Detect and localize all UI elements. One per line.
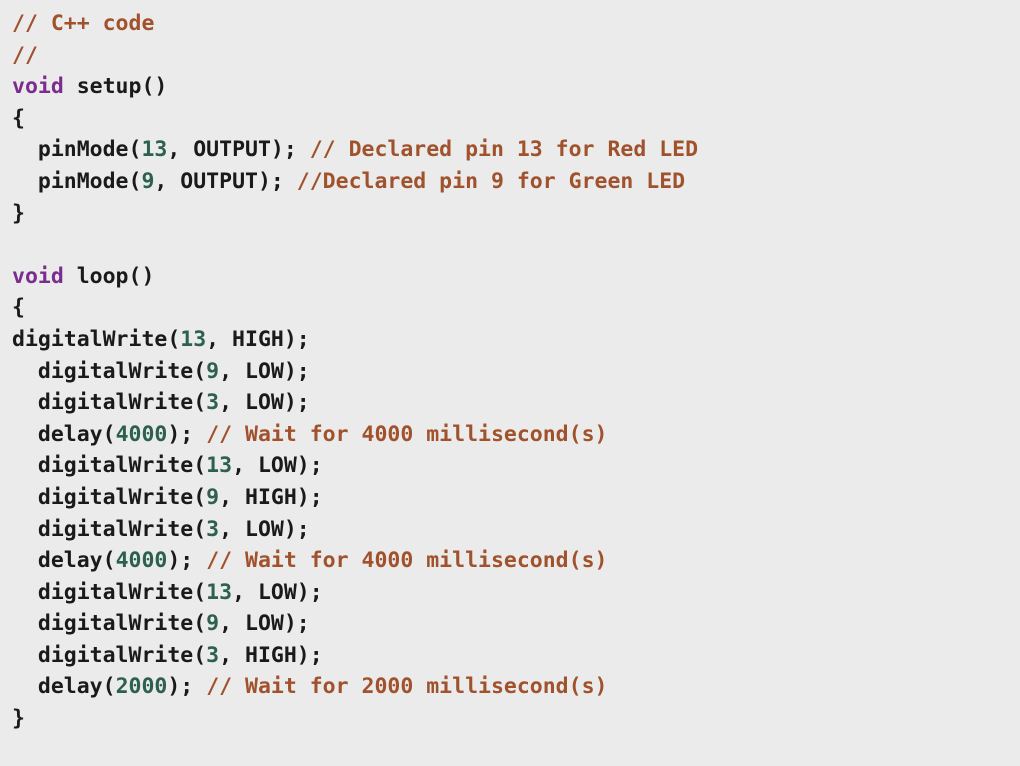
code-token-plain: digitalWrite( <box>12 516 207 542</box>
code-token-number: 3 <box>206 516 220 542</box>
code-line: { <box>12 103 1020 135</box>
code-line: pinMode(9, OUTPUT); //Declared pin 9 for… <box>12 166 1020 198</box>
code-token-plain: digitalWrite( <box>12 484 207 510</box>
code-line: digitalWrite(3, LOW); <box>12 387 1020 419</box>
code-token-plain: digitalWrite( <box>12 611 207 637</box>
code-line: digitalWrite(9, HIGH); <box>12 482 1020 514</box>
code-token-plain: , OUTPUT); <box>167 137 310 163</box>
code-line: digitalWrite(9, LOW); <box>12 608 1020 640</box>
code-token-plain: , OUTPUT); <box>154 168 297 194</box>
code-token-plain: loop() <box>63 263 155 289</box>
code-token-plain: digitalWrite( <box>12 390 207 416</box>
code-token-keyword: void <box>12 263 64 289</box>
code-token-plain: , LOW); <box>219 516 310 542</box>
code-token-keyword: void <box>12 74 64 100</box>
code-token-number: 13 <box>206 453 233 479</box>
code-token-plain: digitalWrite( <box>12 453 207 479</box>
code-token-number: 3 <box>206 390 220 416</box>
code-token-plain: , HIGH); <box>206 326 310 352</box>
code-token-plain: delay( <box>12 548 116 574</box>
code-token-comment: //Declared pin 9 for Green LED <box>296 168 686 194</box>
code-token-comment: // Wait for 4000 millisecond(s) <box>206 548 608 574</box>
code-token-comment: // Wait for 4000 millisecond(s) <box>206 421 608 447</box>
code-token-number: 2000 <box>115 674 168 700</box>
code-token-plain: , LOW); <box>232 579 323 605</box>
code-line: void loop() <box>12 261 1020 293</box>
code-token-plain: digitalWrite( <box>12 358 207 384</box>
code-line: delay(4000); // Wait for 4000 millisecon… <box>12 419 1020 451</box>
code-line: digitalWrite(9, LOW); <box>12 356 1020 388</box>
code-line: pinMode(13, OUTPUT); // Declared pin 13 … <box>12 134 1020 166</box>
code-token-plain: ); <box>167 674 207 700</box>
code-token-plain: digitalWrite( <box>12 326 181 352</box>
code-listing[interactable]: // C++ code//void setup(){ pinMode(13, O… <box>0 0 1020 766</box>
code-token-number: 9 <box>141 168 155 194</box>
code-token-comment: // Wait for 2000 millisecond(s) <box>206 674 608 700</box>
code-line: { <box>12 292 1020 324</box>
code-token-plain: } <box>12 706 25 732</box>
code-line: digitalWrite(13, LOW); <box>12 450 1020 482</box>
code-token-plain: , LOW); <box>219 358 310 384</box>
code-token-number: 4000 <box>115 548 168 574</box>
code-token-plain: { <box>12 295 25 321</box>
code-token-plain: { <box>12 105 25 131</box>
code-token-number: 13 <box>180 326 207 352</box>
code-token-number: 9 <box>206 611 220 637</box>
code-token-plain: , LOW); <box>232 453 323 479</box>
code-token-plain: , LOW); <box>219 390 310 416</box>
code-token-plain: pinMode( <box>12 137 142 163</box>
code-token-plain: setup() <box>63 74 168 100</box>
code-token-number: 13 <box>141 137 168 163</box>
code-token-comment: // C++ code <box>12 11 155 36</box>
code-token-plain: pinMode( <box>12 168 142 194</box>
code-token-plain: , HIGH); <box>219 642 323 668</box>
code-line: digitalWrite(3, HIGH); <box>12 640 1020 672</box>
code-token-comment: // <box>12 42 38 68</box>
code-line: delay(4000); // Wait for 4000 millisecon… <box>12 545 1020 577</box>
code-token-plain: delay( <box>12 674 116 700</box>
code-line: // <box>12 40 1020 72</box>
code-line: digitalWrite(3, LOW); <box>12 514 1020 546</box>
code-token-number: 3 <box>206 642 220 668</box>
code-token-plain: , LOW); <box>219 611 310 637</box>
code-token-plain: , HIGH); <box>219 484 323 510</box>
code-token-comment: // Declared pin 13 for Red LED <box>309 137 699 163</box>
code-token-number: 13 <box>206 579 233 605</box>
code-token-number: 4000 <box>115 421 168 447</box>
code-line: digitalWrite(13, HIGH); <box>12 324 1020 356</box>
code-line: } <box>12 703 1020 735</box>
code-line: delay(2000); // Wait for 2000 millisecon… <box>12 671 1020 703</box>
code-line: void setup() <box>12 71 1020 103</box>
code-token-number: 9 <box>206 358 220 384</box>
code-line: } <box>12 198 1020 230</box>
code-token-plain: } <box>12 200 25 226</box>
code-token-plain: delay( <box>12 421 116 447</box>
code-line: // C++ code <box>12 8 1020 40</box>
code-token-plain: digitalWrite( <box>12 642 207 668</box>
code-token-plain: ); <box>167 421 207 447</box>
code-line: digitalWrite(13, LOW); <box>12 577 1020 609</box>
code-token-plain: ); <box>167 548 207 574</box>
code-token-number: 9 <box>206 484 220 510</box>
code-token-plain: digitalWrite( <box>12 579 207 605</box>
